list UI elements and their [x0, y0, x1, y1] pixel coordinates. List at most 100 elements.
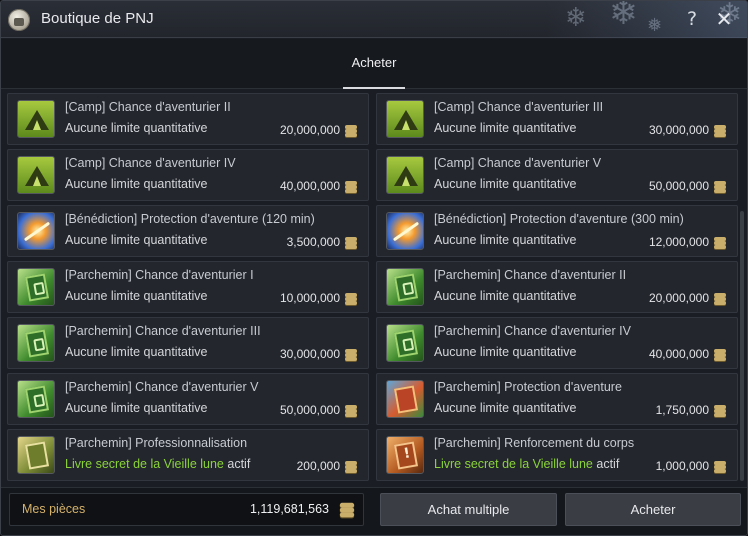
item-price: 10,000,000 [279, 291, 340, 305]
item-name: [Parchemin] Chance d'aventurier IV [434, 324, 631, 338]
item-limit-text: Aucune limite quantitative [65, 233, 208, 247]
coin-stack-icon [339, 502, 355, 518]
coin-stack-icon [345, 181, 357, 193]
camp-tent-icon [17, 156, 55, 194]
item-limit-text: Aucune limite quantitative [434, 233, 577, 247]
red-scroll-icon [386, 380, 424, 418]
shop-item[interactable]: [Bénédiction] Protection d'aventure (120… [7, 205, 369, 257]
camp-tent-icon [17, 100, 55, 138]
item-name: [Camp] Chance d'aventurier III [434, 100, 604, 114]
item-name: [Parchemin] Protection d'aventure [434, 380, 622, 394]
shop-item[interactable]: [Camp] Chance d'aventurier III Aucune lim… [376, 93, 738, 145]
item-limit: Livre secret de la Vieille lune actif [65, 457, 250, 471]
shop-item[interactable]: [Parchemin] Chance d'aventurier II Aucune… [376, 261, 738, 313]
green-scroll-icon [386, 268, 424, 306]
green-scroll-icon [386, 324, 424, 362]
coin-stack-icon [714, 405, 726, 417]
item-price: 20,000,000 [648, 291, 709, 305]
coin-stack-icon [345, 237, 357, 249]
coin-stack-icon [345, 125, 357, 137]
item-name: [Bénédiction] Protection d'aventure (300… [434, 212, 684, 226]
item-price: 20,000,000 [279, 123, 340, 137]
item-limit: Aucune limite quantitative [434, 177, 576, 191]
scrollbar[interactable] [740, 211, 744, 481]
shop-item[interactable]: [Parchemin] Chance d'aventurier I Aucune … [7, 261, 369, 313]
npc-shop-window: ❄ ❄ ❅ ❄ Boutique de PNJ ? ✕ Acheter [Cam… [0, 0, 748, 536]
item-limit: Aucune limite quantitative [65, 233, 207, 247]
shop-item[interactable]: [Camp] Chance d'aventurier IV Aucune limi… [7, 149, 369, 201]
item-name: [Parchemin] Renforcement du corps [434, 436, 635, 450]
green-scroll-icon [17, 268, 55, 306]
blessing-icon [386, 212, 424, 250]
close-button[interactable]: ✕ [713, 8, 735, 30]
coin-stack-icon [345, 293, 357, 305]
shop-item[interactable]: [Parchemin] Professionnalisation Livre se… [7, 429, 369, 481]
item-price: 50,000,000 [648, 179, 709, 193]
shop-item[interactable]: [Camp] Chance d'aventurier V Aucune limit… [376, 149, 738, 201]
item-limit-text: Aucune limite quantitative [65, 121, 208, 135]
item-limit: Aucune limite quantitative [434, 401, 576, 415]
shop-item[interactable]: [Bénédiction] Protection d'aventure (300… [376, 205, 738, 257]
coin-stack-icon [714, 181, 726, 193]
item-price: 40,000,000 [279, 179, 340, 193]
coin-stack-icon [345, 405, 357, 417]
buy-button[interactable]: Acheter [565, 493, 741, 526]
item-limit: Aucune limite quantitative [65, 289, 207, 303]
tab-buy[interactable]: Acheter [343, 39, 405, 89]
coin-stack-icon [714, 349, 726, 361]
shop-item[interactable]: [Parchemin] Renforcement du corps Livre s… [376, 429, 738, 481]
item-limit-text: Aucune limite quantitative [65, 401, 208, 415]
item-price: 30,000,000 [279, 347, 340, 361]
item-limit: Aucune limite quantitative [65, 121, 207, 135]
coin-stack-icon [345, 349, 357, 361]
item-price: 1,000,000 [655, 459, 709, 473]
item-price: 12,000,000 [648, 235, 709, 249]
item-limit: Aucune limite quantitative [434, 233, 576, 247]
item-limit-text: Aucune limite quantitative [434, 177, 577, 191]
gold-scroll-icon [17, 436, 55, 474]
camp-tent-icon [386, 156, 424, 194]
item-limit: Livre secret de la Vieille lune actif [434, 457, 619, 471]
tab-bar: Acheter [1, 39, 747, 89]
item-limit-text: Livre secret de la Vieille lune [65, 457, 224, 471]
item-limit-text: Aucune limite quantitative [65, 177, 208, 191]
shop-item[interactable]: [Parchemin] Chance d'aventurier III Aucun… [7, 317, 369, 369]
item-limit: Aucune limite quantitative [65, 401, 207, 415]
green-scroll-icon [17, 380, 55, 418]
item-limit: Aucune limite quantitative [434, 121, 576, 135]
orange-scroll-icon [386, 436, 424, 474]
shop-item[interactable]: [Parchemin] Chance d'aventurier V Aucune … [7, 373, 369, 425]
my-coins-value: 1,119,681,563 [249, 502, 329, 516]
coin-stack-icon [714, 125, 726, 137]
multi-buy-button[interactable]: Achat multiple [380, 493, 557, 526]
title-bar[interactable]: ❄ ❄ ❅ ❄ Boutique de PNJ ? ✕ [1, 1, 747, 38]
item-name: [Parchemin] Chance d'aventurier I [65, 268, 254, 282]
item-limit-text: Aucune limite quantitative [434, 289, 577, 303]
item-price: 30,000,000 [648, 123, 709, 137]
snowflake-icon: ❄ [609, 0, 638, 33]
shop-item[interactable]: [Parchemin] Chance d'aventurier IV Aucune… [376, 317, 738, 369]
footer: Mes pièces 1,119,681,563 Achat multiple … [1, 487, 747, 535]
item-name: [Parchemin] Chance d'aventurier III [65, 324, 261, 338]
item-price: 200,000 [296, 459, 340, 473]
item-price: 40,000,000 [648, 347, 709, 361]
money-bag-icon [8, 9, 30, 31]
item-name: [Camp] Chance d'aventurier II [65, 100, 231, 114]
my-coins-panel: Mes pièces 1,119,681,563 [9, 493, 364, 526]
item-name: [Camp] Chance d'aventurier IV [65, 156, 236, 170]
coin-stack-icon [714, 461, 726, 473]
item-limit: Aucune limite quantitative [434, 289, 576, 303]
snowflake-icon: ❅ [647, 15, 663, 36]
coin-stack-icon [345, 461, 357, 473]
item-name: [Bénédiction] Protection d'aventure (120… [65, 212, 315, 226]
item-name: [Parchemin] Professionnalisation [65, 436, 248, 450]
item-limit-status: actif [227, 457, 251, 471]
item-limit: Aucune limite quantitative [65, 177, 207, 191]
green-scroll-icon [17, 324, 55, 362]
help-button[interactable]: ? [681, 7, 703, 31]
shop-item[interactable]: [Parchemin] Protection d'aventure Aucune … [376, 373, 738, 425]
shop-item[interactable]: [Camp] Chance d'aventurier II Aucune limi… [7, 93, 369, 145]
blessing-icon [17, 212, 55, 250]
item-name: [Parchemin] Chance d'aventurier II [434, 268, 627, 282]
item-limit-text: Aucune limite quantitative [65, 289, 208, 303]
